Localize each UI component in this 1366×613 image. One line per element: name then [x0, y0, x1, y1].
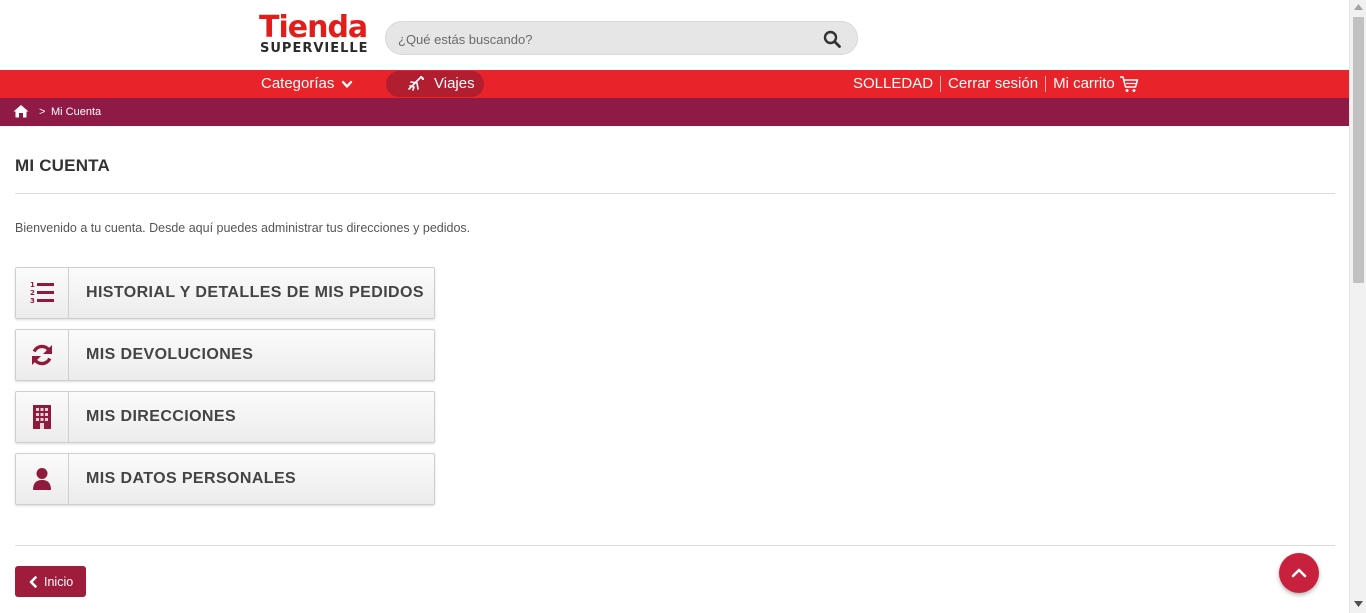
returns-label: MIS DEVOLUCIONES — [86, 346, 254, 363]
account-user-link[interactable]: SOLLEDAD — [853, 74, 933, 94]
logout-link[interactable]: Cerrar sesión — [948, 74, 1038, 94]
ordered-list-icon: 1 2 3 — [30, 281, 54, 305]
scrollbar-thumb[interactable] — [1353, 17, 1364, 283]
chevron-up-icon — [1291, 568, 1307, 578]
refresh-icon — [32, 344, 52, 366]
viajes-label: Viajes — [434, 75, 475, 92]
main-nav: Categorías Viajes SOLLEDAD Cerrar sesión… — [0, 70, 1349, 98]
svg-text:3: 3 — [30, 297, 35, 305]
search-input[interactable] — [398, 28, 798, 50]
order-history-label: HISTORIAL Y DETALLES DE MIS PEDIDOS — [86, 284, 424, 301]
svg-text:2: 2 — [30, 289, 35, 297]
addresses-button[interactable]: MIS DIRECCIONES — [15, 391, 435, 443]
svg-text:1: 1 — [30, 281, 35, 289]
welcome-text: Bienvenido a tu cuenta. Desde aquí puede… — [15, 221, 471, 235]
divider — [15, 193, 1335, 194]
icon-cell — [16, 392, 69, 442]
viajes-button[interactable]: Viajes — [386, 71, 484, 97]
icon-cell — [16, 330, 69, 380]
scroll-down-arrow-icon[interactable] — [1354, 601, 1363, 607]
home-button-label: Inicio — [44, 574, 74, 589]
logo-title: Tienda — [259, 10, 368, 45]
page: Tienda SUPERVIELLE Categorías Viajes — [0, 0, 1366, 613]
breadcrumb-current: Mi Cuenta — [51, 106, 102, 118]
chevron-left-icon — [29, 575, 37, 588]
cart-link-label[interactable]: Mi carrito — [1053, 74, 1115, 94]
personal-data-label: MIS DATOS PERSONALES — [86, 470, 297, 487]
categories-label: Categorías — [261, 75, 335, 92]
back-to-top-button[interactable] — [1279, 553, 1319, 593]
search-icon[interactable] — [823, 30, 841, 48]
personal-data-button[interactable]: MIS DATOS PERSONALES — [15, 453, 435, 505]
search-box — [385, 21, 858, 55]
top-header: Tienda SUPERVIELLE — [0, 0, 1349, 70]
breadcrumb: > Mi Cuenta — [0, 98, 1349, 126]
icon-cell: 1 2 3 — [16, 268, 69, 318]
returns-button[interactable]: MIS DEVOLUCIONES — [15, 329, 435, 381]
home-button[interactable]: Inicio — [15, 566, 86, 597]
home-icon[interactable] — [13, 104, 29, 118]
user-nav: SOLLEDAD Cerrar sesión Mi carrito — [853, 74, 1139, 94]
order-history-button[interactable]: 1 2 3 HISTORIAL Y DETALLES DE MIS PEDIDO… — [15, 267, 435, 319]
store-logo[interactable]: Tienda SUPERVIELLE — [259, 12, 369, 58]
chevron-down-icon — [342, 80, 353, 88]
cart-icon[interactable] — [1119, 75, 1139, 93]
user-icon — [33, 468, 51, 490]
addresses-label: MIS DIRECCIONES — [86, 408, 237, 425]
nav-divider — [1045, 76, 1047, 92]
page-title: MI CUENTA — [15, 156, 110, 175]
nav-divider — [940, 76, 942, 92]
airplane-icon — [408, 76, 424, 91]
vertical-scrollbar[interactable] — [1349, 0, 1366, 613]
logo-subtitle: SUPERVIELLE — [260, 41, 369, 56]
icon-cell — [16, 454, 69, 504]
building-icon — [33, 405, 51, 429]
categories-menu[interactable]: Categorías — [261, 74, 353, 94]
divider — [15, 545, 1335, 546]
breadcrumb-separator: > — [39, 106, 46, 118]
scroll-up-arrow-icon[interactable] — [1354, 4, 1363, 10]
